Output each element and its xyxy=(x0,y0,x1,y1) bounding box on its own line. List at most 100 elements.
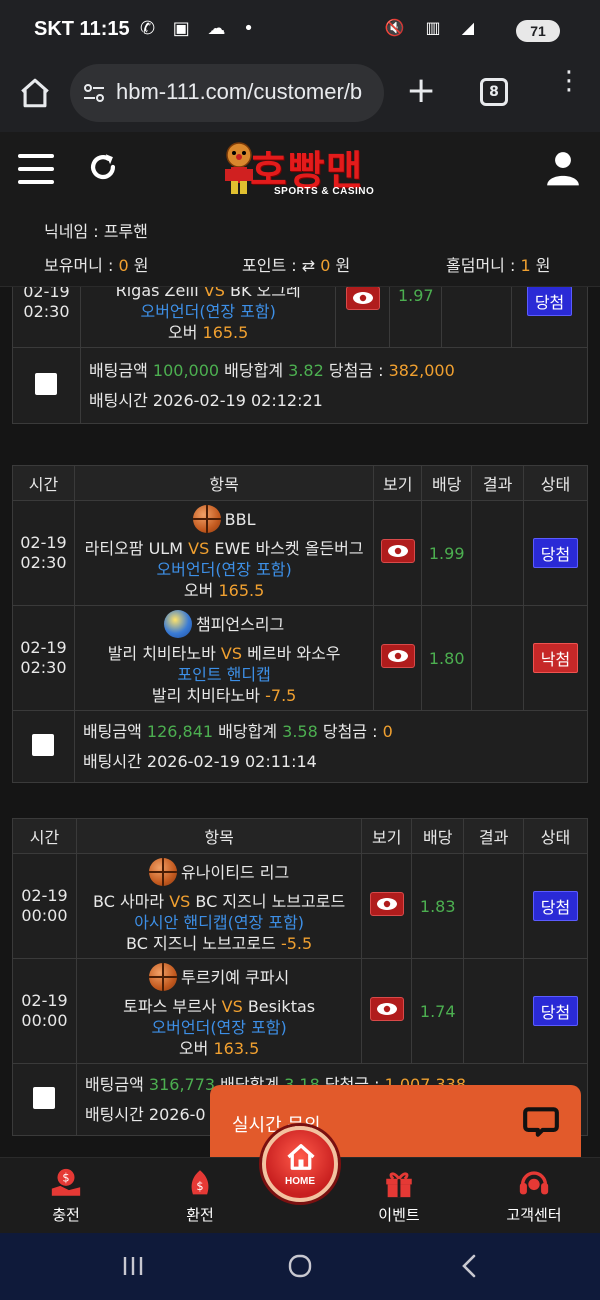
table-row: 02-19 02:30 BBL 라티오팜 ULM VS EWE 바스켓 올든버그 … xyxy=(12,500,588,606)
header-result: 결과 xyxy=(463,818,525,854)
result-cell xyxy=(441,287,513,348)
user-icon[interactable] xyxy=(544,148,582,188)
menu-icon[interactable] xyxy=(18,154,54,184)
svg-text:$: $ xyxy=(196,1179,203,1193)
points[interactable]: 포인트 : ⇄ 0 원 xyxy=(242,252,350,276)
odds-value: 1.97 xyxy=(389,287,443,348)
result-cell xyxy=(471,605,525,711)
match-info: 유나이티드 리그 BC 사마라 VS BC 지즈니 노브고로드 아시안 핸디캡(… xyxy=(75,853,363,959)
eye-icon xyxy=(376,898,397,910)
odds-value: 1.99 xyxy=(421,500,473,606)
nav-event[interactable]: 이벤트 xyxy=(349,1166,449,1225)
result-cell xyxy=(463,958,525,1064)
status-badge: 당첨 xyxy=(532,891,579,921)
site-settings-icon[interactable] xyxy=(82,81,106,105)
home-icon[interactable] xyxy=(18,76,52,110)
match-time: 02-19 00:00 xyxy=(12,958,77,1064)
transfer-icon[interactable]: ⇄ xyxy=(302,256,321,275)
table-row: 02-19 02:30 Rigas Zelli VS BK 오그레 오버언더(연장… xyxy=(12,287,588,348)
exchange-icon: $ xyxy=(191,1170,209,1195)
match-info: BBL 라티오팜 ULM VS EWE 바스켓 올든버그 오버언더(연장 포함)… xyxy=(73,500,375,606)
select-cell xyxy=(12,1063,77,1136)
svg-text:$: $ xyxy=(62,1171,69,1185)
header-odds: 배당 xyxy=(421,465,473,501)
chat-bubble-icon xyxy=(523,1107,559,1137)
bet-summary: 배팅금액 126,841 배당합계 3.58 당첨금 : 0 배팅시간 2026… xyxy=(73,710,589,783)
eye-icon xyxy=(387,545,408,557)
select-checkbox[interactable] xyxy=(32,733,55,756)
match-info: Rigas Zelli VS BK 오그레 오버언더(연장 포함) 오버 165… xyxy=(79,287,337,348)
volleyball-icon xyxy=(163,610,192,638)
view-button[interactable] xyxy=(369,997,404,1021)
browser-toolbar: hbm-111.com/customer/b + 8 ⋮ xyxy=(0,62,600,132)
select-checkbox[interactable] xyxy=(33,1086,56,1109)
holding-money: 보유머니 : 0 원 xyxy=(44,256,149,275)
view-cell xyxy=(373,605,423,711)
bet-slip-1: 02-19 02:30 Rigas Zelli VS BK 오그레 오버언더(연장… xyxy=(12,287,589,424)
table-row: 02-19 02:30 챔피언스리그 발리 치비타노바 VS 베르바 와소우 포인… xyxy=(12,605,588,711)
nav-charge[interactable]: $ 충전 xyxy=(16,1166,116,1225)
view-button[interactable] xyxy=(380,539,415,563)
nav-exchange[interactable]: $ 환전 xyxy=(150,1166,250,1225)
match-info: 챔피언스리그 발리 치비타노바 VS 베르바 와소우 포인트 핸디캡 발리 치비… xyxy=(73,605,375,711)
status-badge: 당첨 xyxy=(532,996,579,1026)
headset-icon xyxy=(519,1171,549,1195)
header-item: 항목 xyxy=(73,465,375,501)
new-tab-icon[interactable]: + xyxy=(406,73,436,109)
home-nav-icon[interactable] xyxy=(287,1253,313,1279)
site-logo[interactable]: 호빵맨 SPORTS & CASINO xyxy=(222,138,392,204)
refresh-icon[interactable] xyxy=(86,150,120,184)
charge-icon: $ xyxy=(51,1168,81,1196)
logo-subtitle: SPORTS & CASINO xyxy=(274,186,375,197)
select-cell xyxy=(12,347,81,424)
bet-history: 02-19 02:30 Rigas Zelli VS BK 오그레 오버언더(연장… xyxy=(0,287,600,1157)
system-navigation xyxy=(0,1233,600,1300)
result-cell xyxy=(463,853,525,959)
view-button[interactable] xyxy=(380,644,415,668)
view-cell xyxy=(373,500,423,606)
header-result: 결과 xyxy=(471,465,525,501)
summary-row: 배팅금액 100,000 배당합계 3.82 당첨금 : 382,000 배팅시… xyxy=(12,347,589,424)
status-badge: 당첨 xyxy=(526,287,573,316)
match-info: 투르키예 쿠파시 토파스 부르사 VS Besiktas 오버언더(연장 포함)… xyxy=(75,958,363,1064)
signal-icons: 🔇 ▥ ◢ xyxy=(384,18,482,37)
back-icon[interactable] xyxy=(458,1253,480,1279)
status-bar: SKT 11:15 ✆ ▣ ☁ • 🔇 ▥ ◢ 71 xyxy=(0,0,600,62)
result-cell xyxy=(471,500,525,606)
match-time: 02-19 02:30 xyxy=(12,287,81,348)
more-menu-icon[interactable]: ⋮ xyxy=(556,68,582,94)
table-row: 02-19 00:00 투르키예 쿠파시 토파스 부르사 VS Besiktas … xyxy=(12,958,588,1064)
view-cell xyxy=(361,853,413,959)
battery-icon: 71 xyxy=(516,20,560,42)
status-badge: 낙첨 xyxy=(532,643,579,673)
url-text[interactable]: hbm-111.com/customer/b xyxy=(116,79,362,105)
bet-slip-2: 시간 항목 보기 배당 결과 상태 02-19 02:30 BBL 라티오팜 UL… xyxy=(12,465,589,783)
address-bar[interactable]: hbm-111.com/customer/b xyxy=(70,64,384,122)
nickname: 닉네임 : 프루핸 xyxy=(44,222,148,241)
header-view: 보기 xyxy=(373,465,423,501)
bottom-nav: $ 충전 $ 환전 HOME 이벤트 고객센터 xyxy=(0,1126,600,1233)
nav-support[interactable]: 고객센터 xyxy=(484,1166,584,1225)
tab-switcher-button[interactable]: 8 xyxy=(480,78,508,106)
home-button[interactable]: HOME xyxy=(262,1126,338,1202)
table-row: 02-19 00:00 유나이티드 리그 BC 사마라 VS BC 지즈니 노브고… xyxy=(12,853,588,959)
table-header: 시간 항목 보기 배당 결과 상태 xyxy=(12,465,588,501)
state-cell: 낙첨 xyxy=(523,605,588,711)
match-time: 02-19 02:30 xyxy=(12,500,75,606)
eye-icon xyxy=(376,1003,397,1015)
state-cell: 당첨 xyxy=(523,500,588,606)
state-cell: 당첨 xyxy=(511,287,588,348)
basketball-icon xyxy=(149,858,178,886)
money-row: 보유머니 : 0 원 포인트 : ⇄ 0 원 홀덤머니 : 1 원 xyxy=(0,252,600,276)
header-time: 시간 xyxy=(12,818,77,854)
recent-apps-icon[interactable] xyxy=(120,1253,146,1279)
view-cell xyxy=(361,958,413,1064)
odds-value: 1.80 xyxy=(421,605,473,711)
basketball-icon xyxy=(149,963,178,991)
gift-icon xyxy=(386,1172,412,1198)
view-button[interactable] xyxy=(345,287,380,310)
view-button[interactable] xyxy=(369,892,404,916)
summary-row: 배팅금액 126,841 배당합계 3.58 당첨금 : 0 배팅시간 2026… xyxy=(12,710,589,783)
select-checkbox[interactable] xyxy=(35,372,58,395)
header-view: 보기 xyxy=(361,818,413,854)
